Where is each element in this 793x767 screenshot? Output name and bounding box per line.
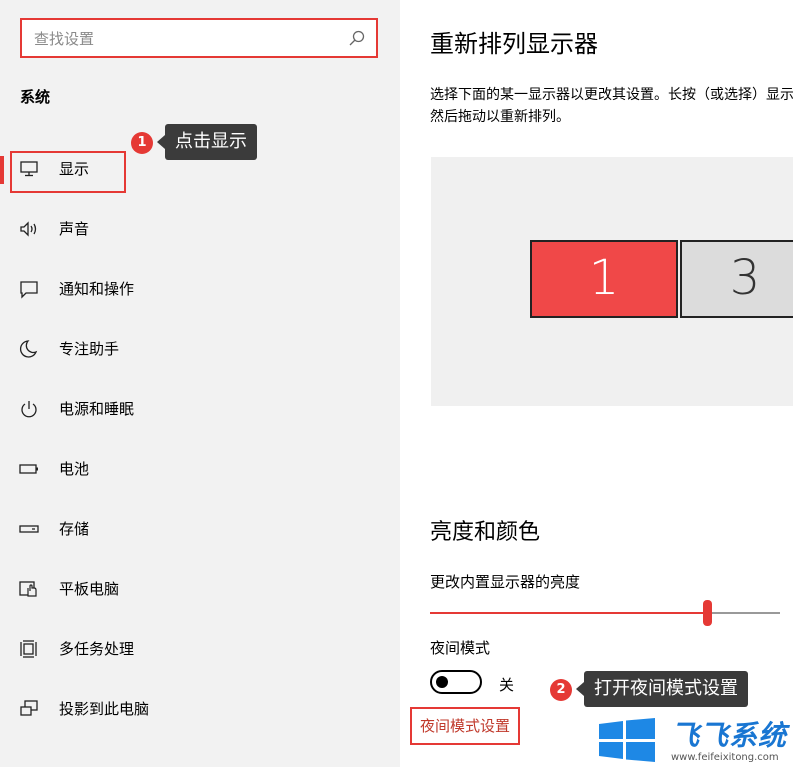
sidebar-item-label: 电池: [59, 460, 90, 478]
step2-tooltip: 打开夜间模式设置: [576, 671, 748, 707]
sidebar-item-label: 显示: [59, 160, 90, 178]
sidebar-item-storage[interactable]: 存储: [0, 509, 400, 549]
sidebar-item-tablet[interactable]: 平板电脑: [0, 569, 400, 609]
step-badge-1: 1: [131, 132, 153, 154]
search-input[interactable]: [32, 27, 336, 51]
sidebar-item-power-sleep[interactable]: 电源和睡眠: [0, 389, 400, 429]
brightness-slider[interactable]: [430, 600, 780, 626]
rearrange-description: 选择下面的某一显示器以更改其设置。长按（或选择）显示器，然后拖动以重新排列。: [430, 87, 793, 125]
sidebar-item-sound[interactable]: 声音: [0, 209, 400, 249]
monitor-icon: [20, 161, 38, 177]
sidebar-item-battery[interactable]: 电池: [0, 449, 400, 489]
monitor-1-tile[interactable]: 1: [530, 240, 678, 318]
windows-logo-icon: [599, 718, 655, 762]
toggle-knob: [436, 676, 448, 688]
sidebar-item-label: 专注助手: [59, 340, 120, 358]
sidebar-item-label: 通知和操作: [59, 280, 135, 298]
sidebar-item-label: 存储: [59, 520, 90, 538]
sidebar-item-label: 投影到此电脑: [59, 700, 150, 718]
slider-track-filled: [430, 612, 703, 614]
slider-track-empty: [712, 612, 780, 614]
multitask-icon: [20, 640, 37, 658]
display-arrangement-area[interactable]: 1 3: [431, 157, 793, 406]
brightness-section-title: 亮度和颜色: [430, 520, 541, 545]
sidebar-item-label: 多任务处理: [59, 640, 135, 658]
night-light-toggle[interactable]: [430, 670, 482, 694]
storage-icon: [19, 525, 39, 533]
tablet-icon: [19, 581, 37, 597]
settings-sidebar: 系统 显示 声音 通知和操作 专注助手 电源和睡眠: [0, 0, 400, 767]
watermark-title: 飞飞系统: [671, 719, 788, 752]
step-badge-2: 2: [550, 679, 572, 701]
project-icon: [20, 700, 38, 716]
search-icon[interactable]: [348, 29, 366, 47]
night-light-label: 夜间模式: [430, 639, 491, 657]
moon-icon: [19, 340, 38, 358]
sidebar-item-multitasking[interactable]: 多任务处理: [0, 629, 400, 669]
sidebar-item-label: 电源和睡眠: [59, 400, 135, 418]
search-box[interactable]: [20, 18, 378, 58]
settings-main-pane: 重新排列显示器 选择下面的某一显示器以更改其设置。长按（或选择）显示器，然后拖动…: [400, 0, 793, 767]
brightness-label: 更改内置显示器的亮度: [430, 573, 581, 591]
sidebar-item-label: 平板电脑: [59, 580, 120, 598]
rearrange-title: 重新排列显示器: [430, 30, 598, 58]
sidebar-item-label: 声音: [59, 220, 90, 238]
notification-icon: [20, 281, 38, 299]
speaker-icon: [20, 221, 37, 237]
monitor-3-tile[interactable]: 3: [680, 240, 793, 318]
sidebar-item-notifications[interactable]: 通知和操作: [0, 269, 400, 309]
watermark-url: www.feifeixitong.com: [671, 752, 779, 763]
power-icon: [21, 401, 37, 418]
sidebar-item-focus-assist[interactable]: 专注助手: [0, 329, 400, 369]
watermark: 飞飞系统 www.feifeixitong.com: [595, 712, 793, 767]
slider-thumb[interactable]: [703, 600, 712, 626]
step1-tooltip: 点击显示: [157, 124, 257, 160]
battery-icon: [19, 464, 38, 474]
night-light-settings-link[interactable]: 夜间模式设置: [410, 707, 521, 745]
section-title: 系统: [20, 88, 51, 106]
night-light-state: 关: [499, 676, 515, 694]
sidebar-item-project-to-pc[interactable]: 投影到此电脑: [0, 689, 400, 729]
